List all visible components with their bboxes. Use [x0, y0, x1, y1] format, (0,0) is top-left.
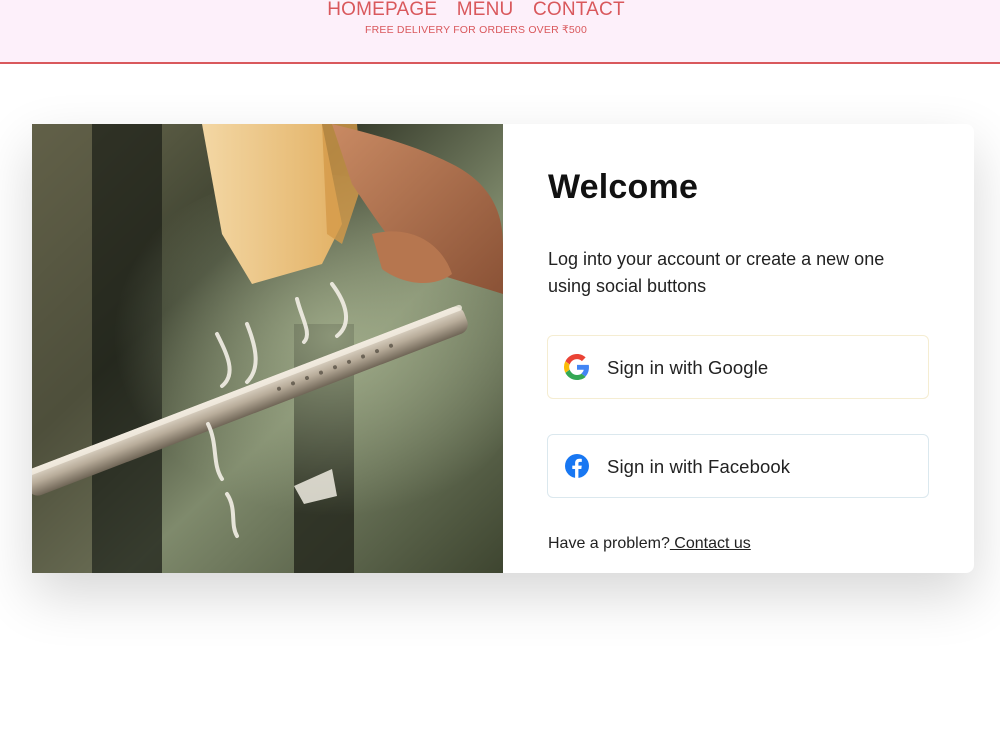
google-button-label: Sign in with Google: [607, 357, 769, 378]
welcome-heading: Welcome: [548, 168, 699, 206]
top-navigation-bar: HOMEPAGE MENU CONTACT FREE DELIVERY FOR …: [0, 0, 1000, 64]
google-logo-icon: [563, 354, 590, 380]
cheese-grating-photo: [32, 124, 503, 573]
help-text: Have a problem?: [548, 535, 670, 552]
nav-links: HOMEPAGE MENU CONTACT: [320, 0, 632, 20]
facebook-button-label: Sign in with Facebook: [607, 456, 791, 477]
sign-in-with-google-button[interactable]: Sign in with Google: [547, 335, 929, 399]
promo-banner: FREE DELIVERY FOR ORDERS OVER ₹500: [0, 24, 1000, 36]
nav-homepage-link[interactable]: HOMEPAGE: [327, 0, 437, 20]
login-panel: Welcome Log into your account or create …: [547, 124, 930, 573]
nav-contact-link[interactable]: CONTACT: [533, 0, 625, 20]
promo-text: FREE DELIVERY FOR ORDERS OVER ₹500: [365, 24, 587, 36]
photo-illustration: [32, 124, 503, 573]
contact-us-link[interactable]: Contact us: [670, 535, 751, 552]
main-nav: HOMEPAGE MENU CONTACT: [0, 0, 1000, 20]
sign-in-with-facebook-button[interactable]: Sign in with Facebook: [547, 434, 929, 498]
login-card: Welcome Log into your account or create …: [32, 124, 974, 573]
login-subtitle: Log into your account or create a new on…: [548, 249, 885, 296]
nav-menu-link[interactable]: MENU: [457, 0, 514, 20]
help-line: Have a problem? Contact us: [548, 535, 751, 553]
facebook-logo-icon: [564, 453, 590, 479]
